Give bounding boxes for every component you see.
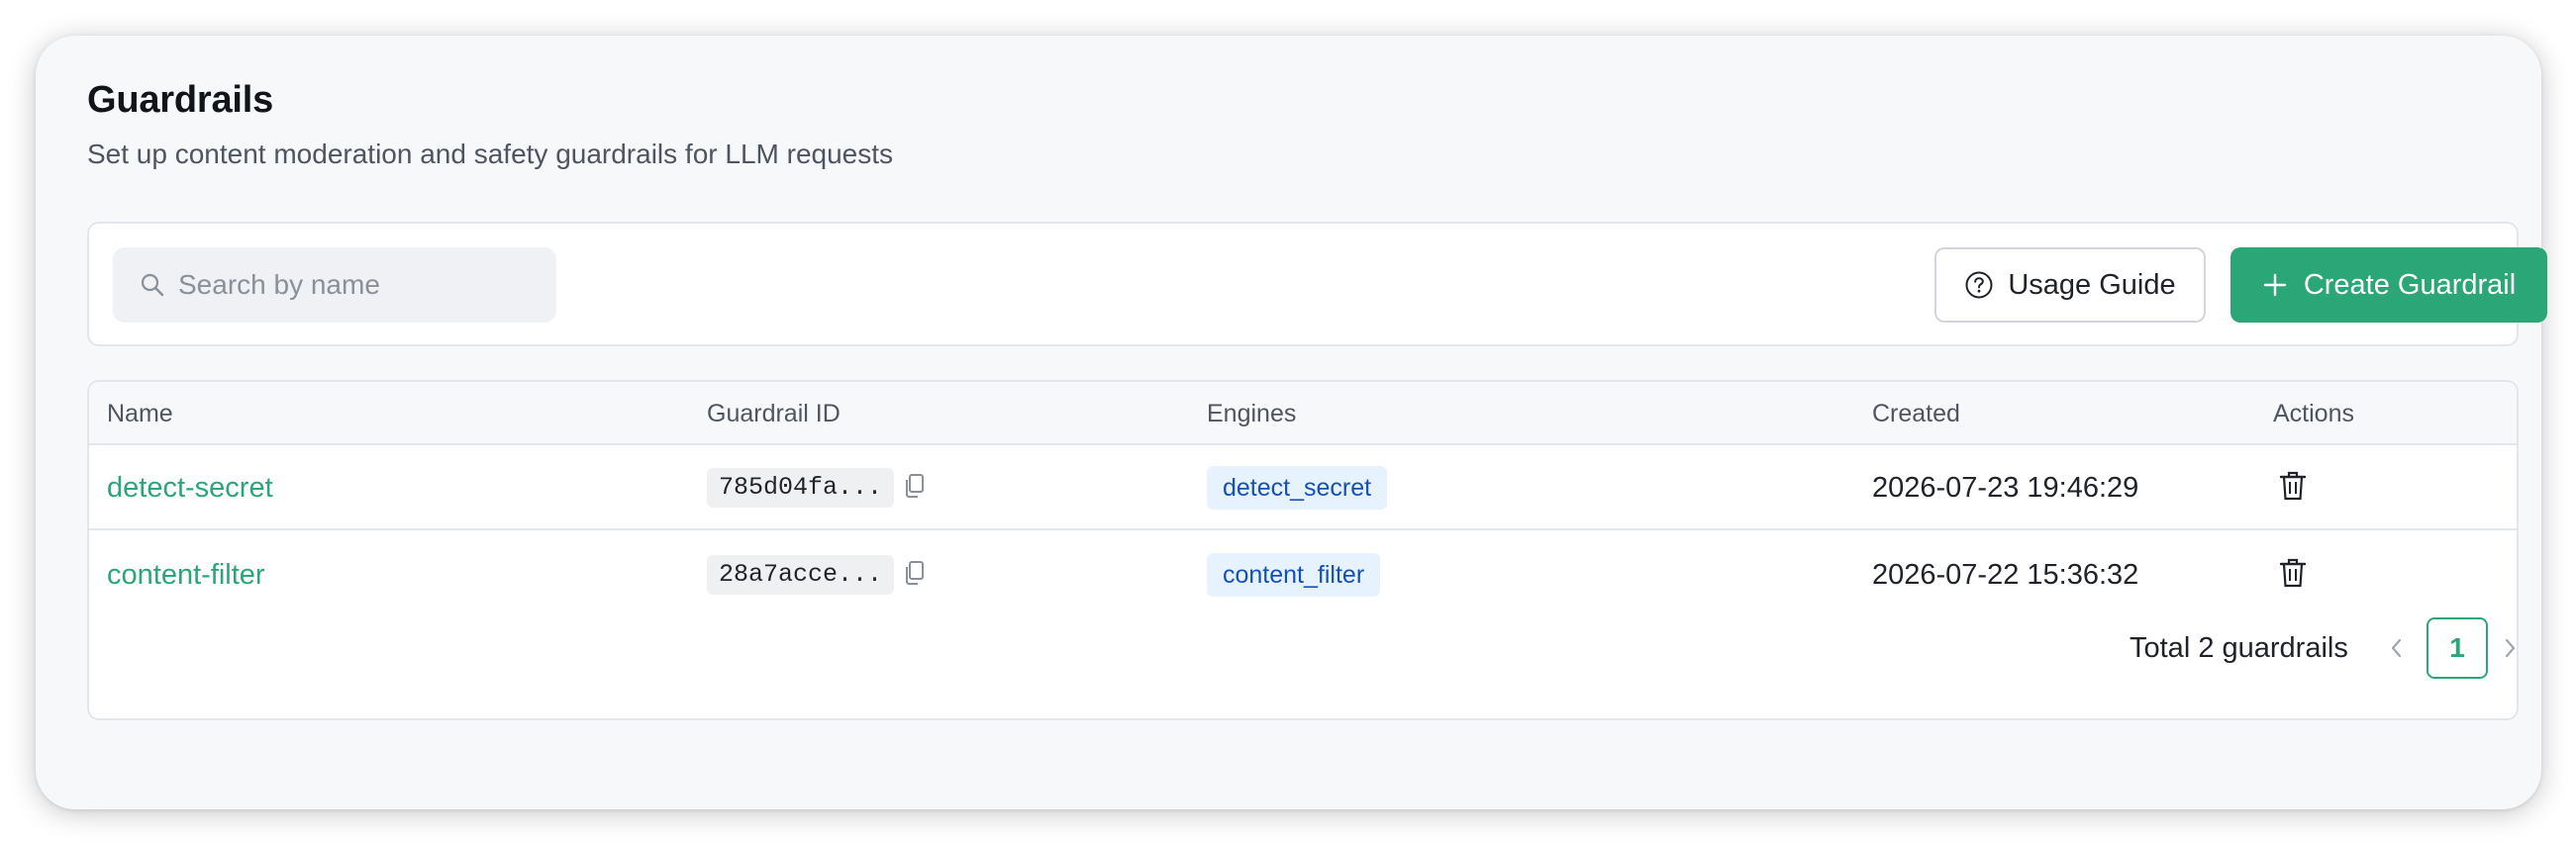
- toolbar: Usage Guide Create Guardrail: [87, 222, 2547, 346]
- chevron-left-icon: [2391, 638, 2402, 658]
- guardrails-table: Name Guardrail ID Engines Created Action…: [87, 380, 2519, 720]
- trash-icon[interactable]: [2277, 556, 2309, 595]
- table-row: detect-secret 785d04fa... detect_secret …: [89, 445, 2517, 530]
- page-number-button[interactable]: 1: [2427, 617, 2488, 679]
- search-box[interactable]: [113, 247, 556, 323]
- column-header-engines: Engines: [1207, 400, 1297, 427]
- usage-guide-label: Usage Guide: [2008, 268, 2176, 301]
- usage-guide-button[interactable]: Usage Guide: [1934, 247, 2206, 323]
- pagination: Total 2 guardrails 1: [89, 617, 2517, 716]
- engine-tag: content_filter: [1207, 553, 1381, 597]
- copy-icon[interactable]: [904, 473, 926, 504]
- plus-icon: [2263, 273, 2287, 297]
- create-guardrail-button[interactable]: Create Guardrail: [2230, 247, 2547, 323]
- page-subtitle: Set up content moderation and safety gua…: [87, 139, 894, 169]
- question-circle-icon: [1965, 271, 1993, 299]
- table-header: Name Guardrail ID Engines Created Action…: [89, 382, 2517, 445]
- total-count: Total 2 guardrails: [2130, 632, 2348, 664]
- copy-icon[interactable]: [904, 560, 926, 591]
- table-row: content-filter 28a7acce... content_filte…: [89, 532, 2517, 617]
- next-page-button[interactable]: [2493, 631, 2517, 665]
- guardrail-id: 785d04fa...: [707, 468, 895, 508]
- guardrail-id: 28a7acce...: [707, 555, 895, 595]
- column-header-name: Name: [107, 400, 173, 427]
- guardrail-name-link[interactable]: detect-secret: [107, 472, 273, 505]
- trash-icon[interactable]: [2277, 469, 2309, 508]
- created-timestamp: 2026-07-23 19:46:29: [1872, 471, 2139, 504]
- guardrails-card: Guardrails Set up content moderation and…: [36, 36, 2547, 809]
- prev-page-button[interactable]: [2380, 631, 2414, 665]
- column-header-created: Created: [1872, 400, 1960, 427]
- search-icon: [139, 271, 166, 299]
- column-header-guardrail-id: Guardrail ID: [707, 400, 841, 427]
- page-title: Guardrails: [87, 79, 274, 121]
- engine-tag: detect_secret: [1207, 466, 1388, 510]
- search-input[interactable]: [178, 269, 554, 301]
- guardrail-name-link[interactable]: content-filter: [107, 559, 265, 592]
- created-timestamp: 2026-07-22 15:36:32: [1872, 558, 2139, 591]
- chevron-right-icon: [2505, 638, 2516, 658]
- column-header-actions: Actions: [2273, 400, 2354, 427]
- create-guardrail-label: Create Guardrail: [2303, 268, 2517, 301]
